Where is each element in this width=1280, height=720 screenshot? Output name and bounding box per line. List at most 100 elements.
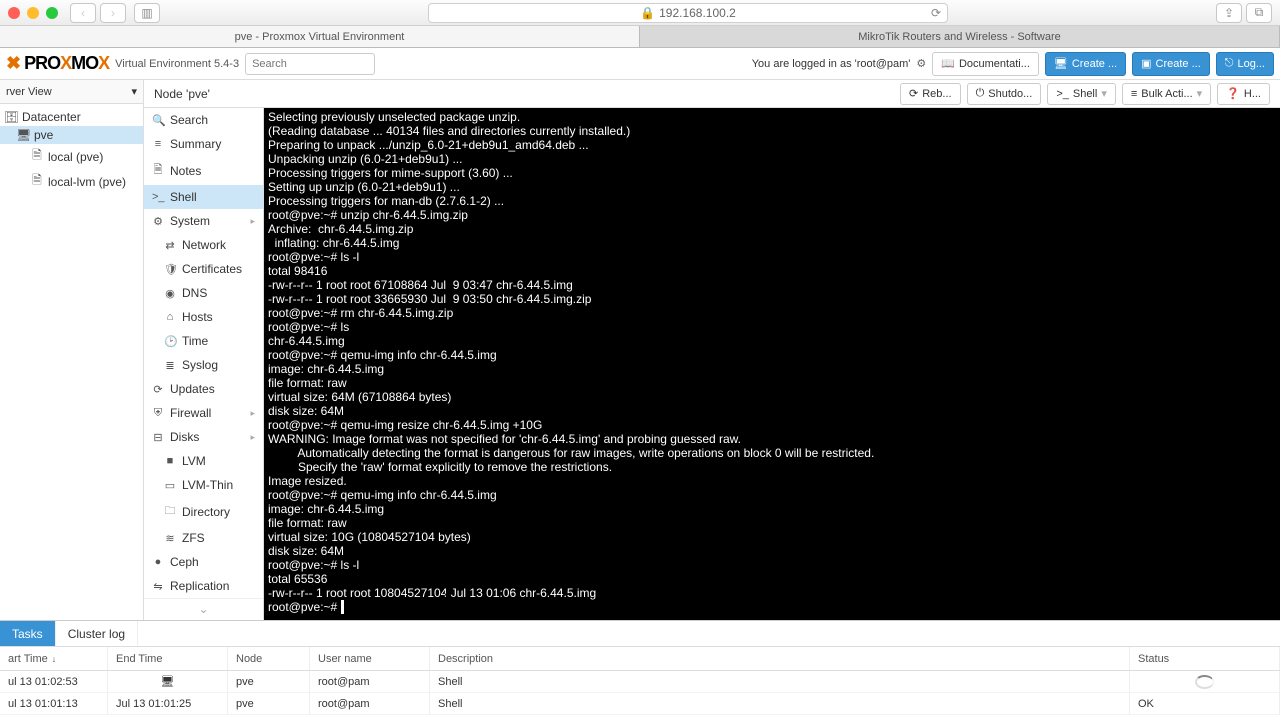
toolbar-button-bulkacti[interactable]: ≡Bulk Acti... ▾ (1122, 83, 1211, 105)
back-button[interactable]: ‹ (70, 3, 96, 23)
submenu-ceph[interactable]: ●Ceph (144, 550, 263, 574)
logo: ✖ PROXMOX (6, 53, 109, 74)
create-vm-button[interactable]: 🖥Create ... (1045, 52, 1126, 76)
menu-icon: ⇄ (164, 239, 176, 252)
submenu-lvm[interactable]: ■ LVM (144, 449, 263, 473)
col-start-time[interactable]: art Time↓ (0, 647, 108, 670)
breadcrumb: Node 'pve' (154, 87, 210, 101)
browser-tab-active[interactable]: pve - Proxmox Virtual Environment (0, 26, 640, 47)
tree-node-local-lvm-pve-[interactable]: 🗎local-lvm (pve) (0, 169, 143, 194)
task-row[interactable]: ul 13 01:01:13Jul 13 01:01:25pveroot@pam… (0, 693, 1280, 715)
tree-node-datacenter[interactable]: 🗄 Datacenter (0, 108, 143, 126)
tasks-tab[interactable]: Tasks (0, 621, 56, 646)
menu-label: Syslog (182, 358, 218, 372)
submenu-zfs[interactable]: ≋ZFS (144, 526, 263, 550)
minimize-window-icon[interactable] (27, 7, 39, 19)
browser-tab[interactable]: MikroTik Routers and Wireless - Software (640, 26, 1280, 47)
submenu-hosts[interactable]: ⌂Hosts (144, 305, 263, 329)
submenu-replication[interactable]: ⇋Replication (144, 574, 263, 598)
spinner-icon (1195, 675, 1214, 689)
submenu-shell[interactable]: >_Shell (144, 185, 263, 209)
btn-icon: ⏻ (976, 87, 985, 100)
menu-icon: 🗀 (164, 502, 176, 521)
col-description[interactable]: Description (430, 647, 1130, 670)
menu-icon: ⟳ (152, 383, 164, 396)
create-ct-button[interactable]: ▣Create ... (1132, 52, 1210, 76)
col-user[interactable]: User name (310, 647, 430, 670)
chevron-right-icon: ▸ (250, 432, 255, 443)
submenu-syslog[interactable]: ≣ Syslog (144, 353, 263, 377)
menu-icon: ■ (164, 455, 176, 467)
cube-icon: ▣ (1141, 57, 1151, 70)
gear-icon[interactable]: ⚙ (916, 57, 926, 70)
menu-icon: ≡ (152, 138, 164, 150)
maximize-window-icon[interactable] (46, 7, 58, 19)
menu-label: System (170, 214, 210, 228)
chevron-down-icon: ▾ (1197, 87, 1203, 100)
col-node[interactable]: Node (228, 647, 310, 670)
menu-label: Shell (170, 190, 197, 204)
tree-node-pve[interactable]: 🖥 pve (0, 126, 143, 144)
menu-label: Hosts (182, 310, 213, 324)
menu-icon: ≣ (164, 359, 176, 372)
submenu-directory[interactable]: 🗀Directory (144, 497, 263, 526)
browser-titlebar: ‹ › ▥ 🔒 192.168.100.2 ⟳ ⇪ ⧉ (0, 0, 1280, 26)
close-window-icon[interactable] (8, 7, 20, 19)
side-submenu: 🔍Search≡Summary🗎Notes>_Shell ⚙ System ▸ ⇄ Net… (144, 108, 264, 620)
node-icon: 🗄 (4, 110, 18, 124)
menu-label: Disks (170, 430, 199, 444)
book-icon: 📖 (941, 57, 955, 70)
submenu-summary[interactable]: ≡Summary (144, 132, 263, 156)
node-label: local-lvm (pve) (48, 175, 126, 189)
col-end-time[interactable]: End Time (108, 647, 228, 670)
documentation-button[interactable]: 📖Documentati... (932, 52, 1039, 76)
toolbar-button-h[interactable]: ❓H... (1217, 83, 1270, 105)
submenu-expand[interactable]: ⌄ (144, 598, 263, 619)
logout-button[interactable]: ⎋Log... (1216, 52, 1274, 76)
submenu-dns[interactable]: ◉DNS (144, 281, 263, 305)
toolbar-button-shutdo[interactable]: ⏻Shutdo... (967, 83, 1042, 105)
chevron-right-icon: ▸ (250, 408, 255, 419)
search-input[interactable] (245, 53, 375, 75)
menu-label: LVM (182, 454, 206, 468)
menu-label: LVM-Thin (182, 478, 233, 492)
menu-label: Certificates (182, 262, 242, 276)
forward-button[interactable]: › (100, 3, 126, 23)
menu-label: ZFS (182, 531, 205, 545)
tree-node-local-pve-[interactable]: 🗎local (pve) (0, 144, 143, 169)
menu-icon: ◉ (164, 287, 176, 300)
node-icon: 🖥 (16, 128, 30, 142)
submenu-lvm-thin[interactable]: ▭LVM-Thin (144, 473, 263, 497)
menu-icon: ⚙ (152, 215, 164, 228)
menu-label: Time (182, 334, 208, 348)
node-label: Datacenter (22, 110, 81, 124)
reload-icon[interactable]: ⟳ (931, 6, 941, 20)
menu-label: Network (182, 238, 226, 252)
toolbar-button-shell[interactable]: >_Shell ▾ (1047, 83, 1116, 105)
submenu-firewall[interactable]: ⛨Firewall▸ (144, 401, 263, 425)
submenu-notes[interactable]: 🗎Notes (144, 156, 263, 185)
submenu-search[interactable]: 🔍Search (144, 108, 263, 132)
share-button[interactable]: ⇪ (1216, 3, 1242, 23)
window-controls[interactable] (8, 7, 58, 19)
submenu-disks[interactable]: ⊟Disks▸ (144, 425, 263, 449)
sidebar-button[interactable]: ▥ (134, 3, 160, 23)
menu-label: Ceph (170, 555, 199, 569)
tabs-button[interactable]: ⧉ (1246, 3, 1272, 23)
submenu-system[interactable]: ⚙ System ▸ (144, 209, 263, 233)
task-row[interactable]: ul 13 01:02:53🖥pveroot@pamShell (0, 671, 1280, 693)
app-header: ✖ PROXMOX Virtual Environment 5.4-3 You … (0, 48, 1280, 80)
shell-terminal[interactable]: Selecting previously unselected package … (264, 108, 1280, 620)
submenu-certificates[interactable]: 🛡Certificates (144, 257, 263, 281)
submenu-time[interactable]: 🕑Time (144, 329, 263, 353)
node-label: pve (34, 128, 53, 142)
cluster-log-tab[interactable]: Cluster log (56, 621, 138, 646)
toolbar-button-reb[interactable]: ⟳Reb... (900, 83, 961, 105)
submenu-network[interactable]: ⇄ Network (144, 233, 263, 257)
col-status[interactable]: Status (1130, 647, 1280, 670)
submenu-updates[interactable]: ⟳Updates (144, 377, 263, 401)
chevron-right-icon: ▸ (250, 216, 255, 227)
login-status: You are logged in as 'root@pam' (752, 58, 911, 70)
address-bar[interactable]: 🔒 192.168.100.2 ⟳ (428, 3, 948, 23)
tree-view-selector[interactable]: rver View▾ (0, 80, 143, 104)
